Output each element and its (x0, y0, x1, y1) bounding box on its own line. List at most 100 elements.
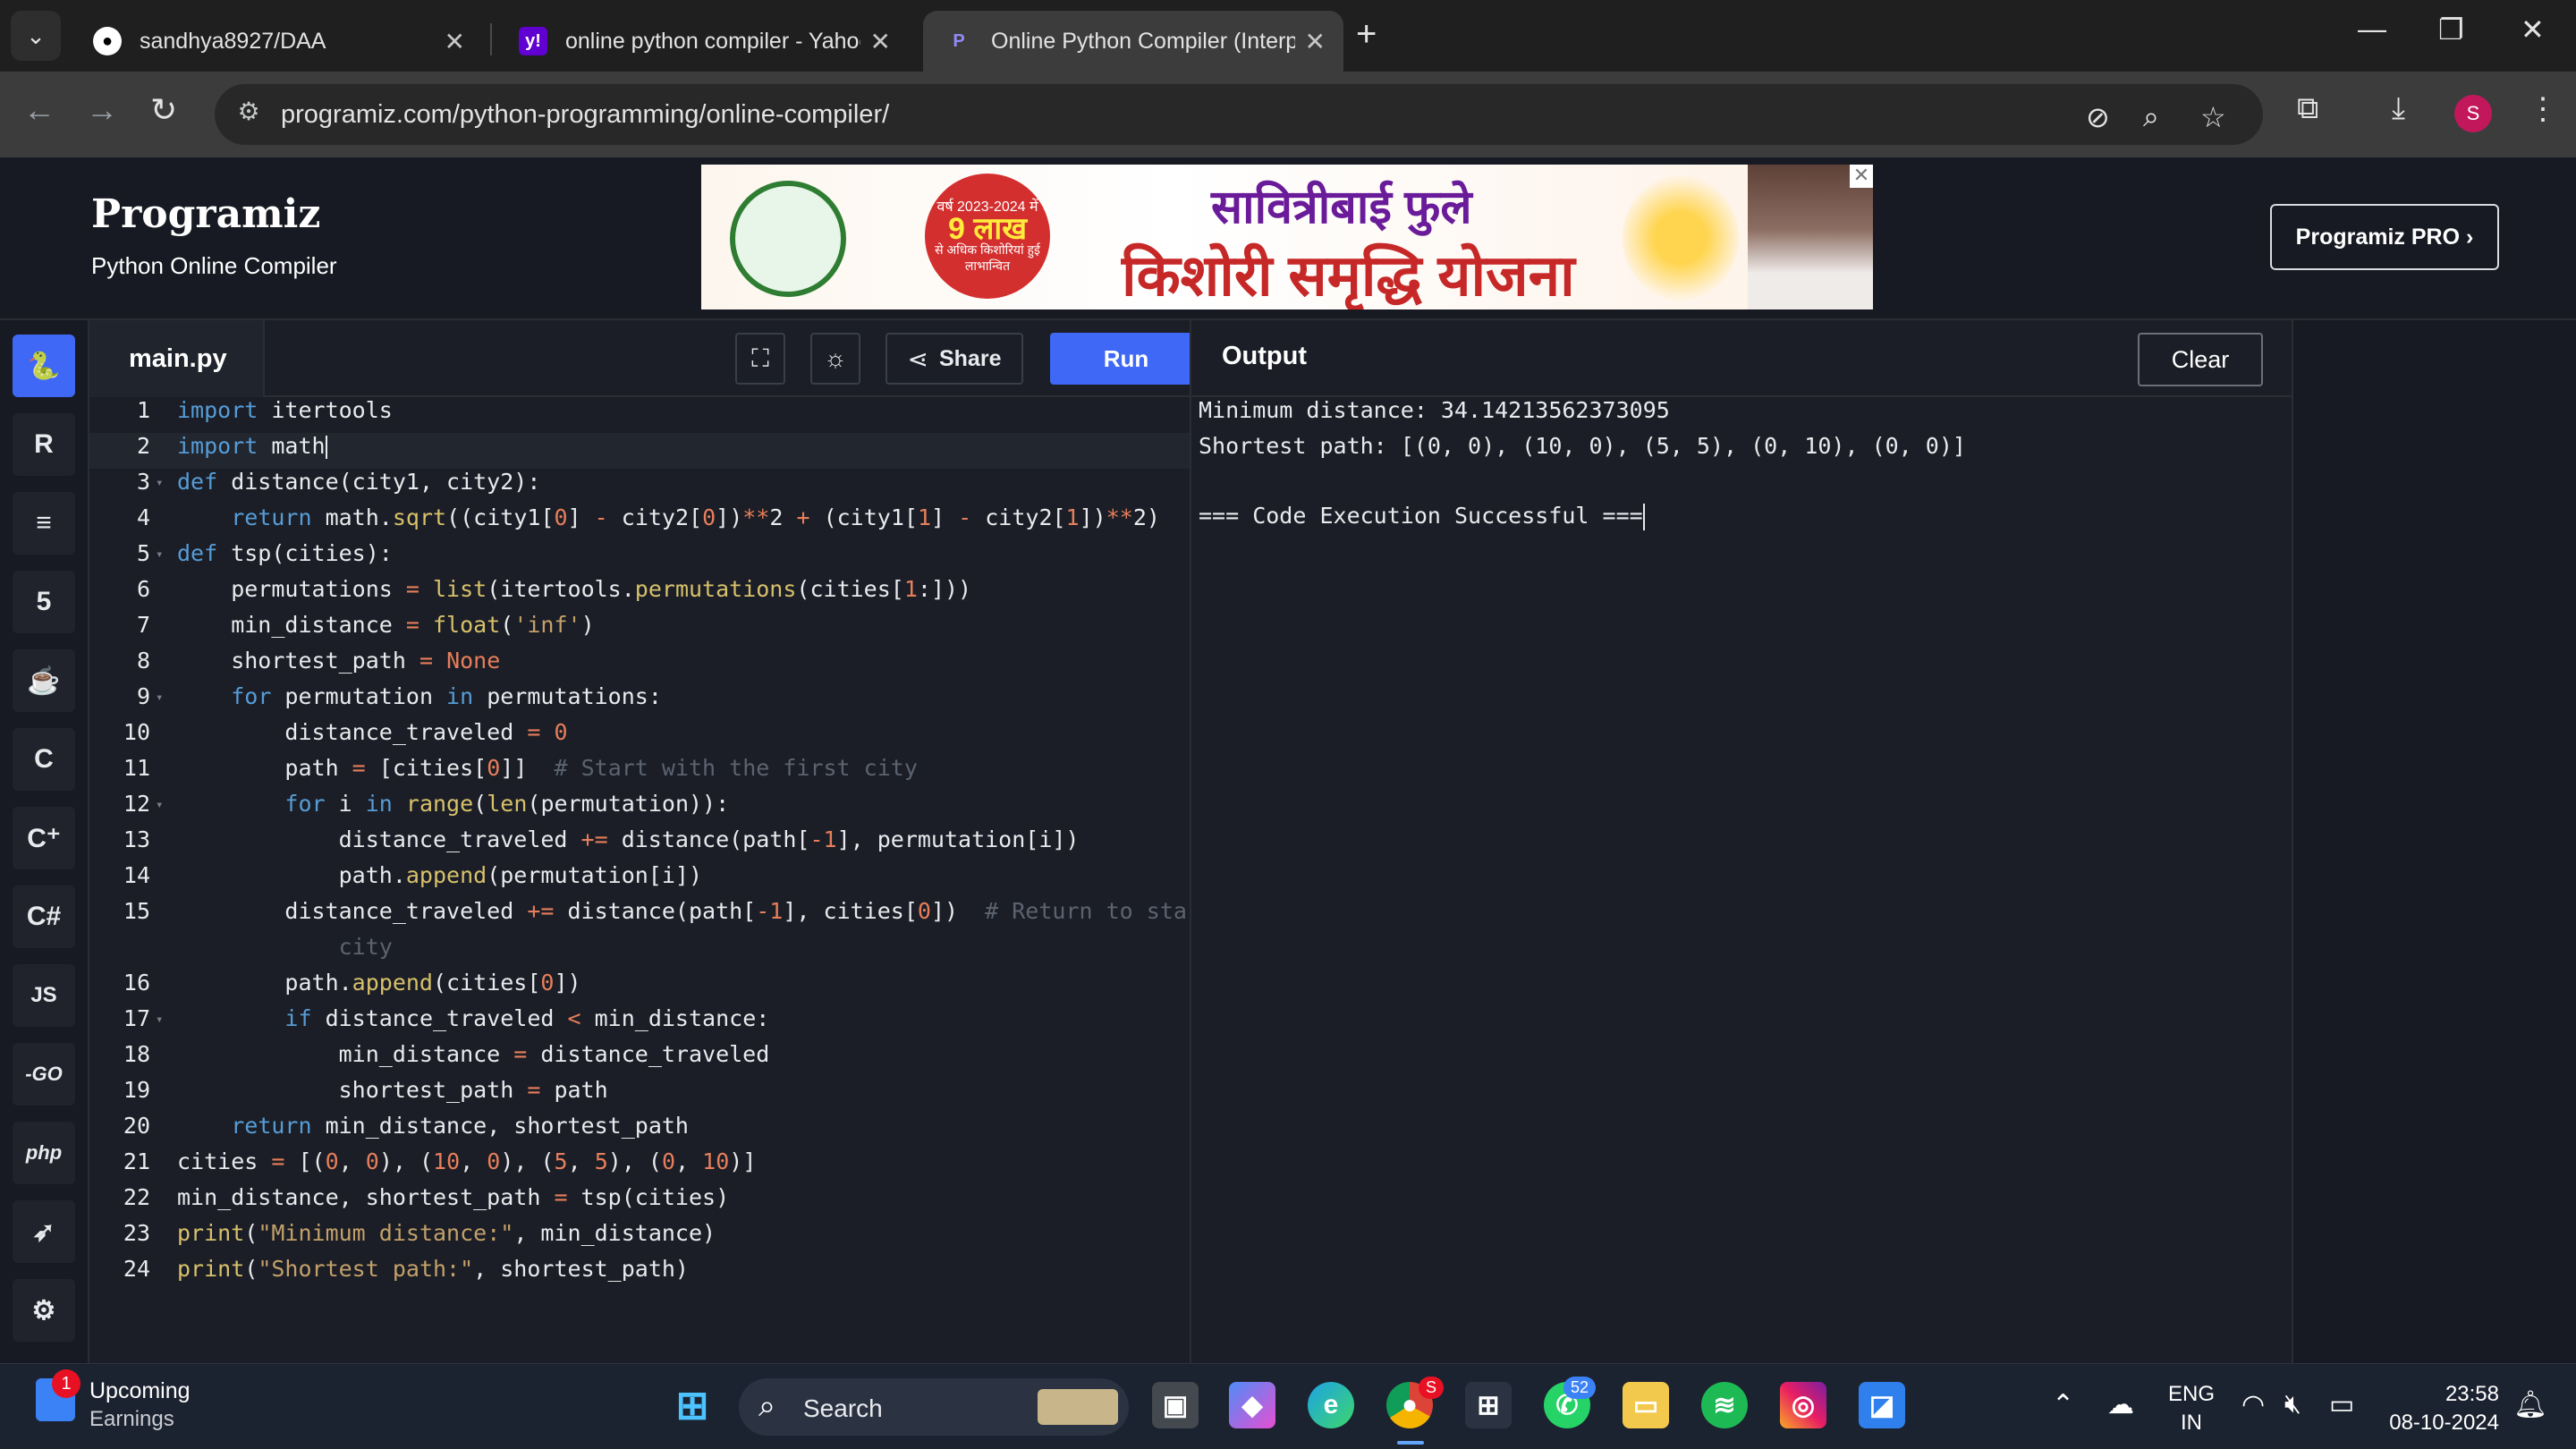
code-line[interactable]: 14 path.append(permutation[i]) (89, 862, 1190, 898)
code-line[interactable]: 15 distance_traveled += distance(path[-1… (89, 898, 1190, 934)
file-tab-main[interactable]: main.py (89, 320, 265, 397)
close-icon[interactable]: ✕ (445, 27, 465, 56)
go-icon[interactable]: -GO (13, 1043, 75, 1106)
url-text[interactable]: programiz.com/python-programming/online-… (281, 100, 889, 130)
code-line[interactable]: 13 distance_traveled += distance(path[-1… (89, 826, 1190, 862)
code-line[interactable]: 18 min_distance = distance_traveled (89, 1041, 1190, 1077)
sql-icon[interactable]: ≡ (13, 492, 75, 555)
cpp-icon[interactable]: C⁺ (13, 807, 75, 869)
code-line[interactable]: 3 ▾ def distance(city1, city2): (89, 469, 1190, 504)
task-view-icon[interactable]: ▣ (1152, 1382, 1199, 1428)
download-icon[interactable]: ⤓ (2392, 91, 2405, 126)
code-editor[interactable]: 1 import itertools 2 import math 3 ▾ def dis… (89, 397, 1190, 1363)
tab-programiz[interactable]: P Online Python Compiler (Interp ✕ (923, 11, 1343, 72)
new-tab-button[interactable]: + (1356, 14, 1377, 55)
code-line[interactable]: 20 return min_distance, shortest_path (89, 1113, 1190, 1148)
zoom-icon[interactable]: ⌕ (2143, 100, 2159, 134)
fullscreen-icon[interactable]: ⛶ (735, 333, 785, 385)
share-button[interactable]: ⋖ Share (886, 333, 1023, 385)
advertisement-banner[interactable]: वर्ष 2023-2024 में 9 लाख से अधिक किशोरिय… (701, 165, 1873, 309)
address-bar[interactable]: ⚙ programiz.com/python-programming/onlin… (215, 84, 2263, 145)
fold-icon[interactable]: ▾ (156, 476, 163, 490)
code-line[interactable]: 21 cities = [(0, 0), (10, 0), (5, 5), (0,… (89, 1148, 1190, 1184)
html5-icon[interactable]: 5 (13, 571, 75, 633)
csharp-icon[interactable]: C# (13, 886, 75, 948)
code-line[interactable]: 6 permutations = list(itertools.permutat… (89, 576, 1190, 612)
output-console[interactable]: Minimum distance: 34.14213562373095 Shor… (1190, 397, 2292, 1363)
start-icon[interactable]: ⊞ (669, 1382, 716, 1428)
fold-icon[interactable]: ▾ (156, 691, 163, 705)
copilot-icon[interactable]: ◆ (1229, 1382, 1275, 1428)
wifi-icon[interactable]: ◠ (2241, 1389, 2265, 1420)
code-line[interactable]: 10 distance_traveled = 0 (89, 719, 1190, 755)
ad-close-icon[interactable]: ✕ (1850, 165, 1873, 188)
code-line[interactable]: 11 path = [cities[0]] # Start with the f… (89, 755, 1190, 791)
show-hidden-icons-icon[interactable]: ⌃ (2052, 1389, 2074, 1420)
php-icon[interactable]: php (13, 1122, 75, 1184)
code-line[interactable]: 17 ▾ if distance_traveled < min_distance: (89, 1005, 1190, 1041)
swift-icon[interactable]: ➶ (13, 1200, 75, 1263)
tab-github[interactable]: ● sandhya8927/DAA ✕ (72, 11, 483, 72)
c-icon[interactable]: C (13, 728, 75, 791)
back-icon[interactable]: ← (23, 91, 55, 129)
code-line[interactable]: 12 ▾ for i in range(len(permutation)): (89, 791, 1190, 826)
microsoft-store-icon[interactable]: ⊞ (1465, 1382, 1512, 1428)
programiz-pro-button[interactable]: Programiz PRO › (2270, 204, 2499, 270)
code-line[interactable]: 1 import itertools (89, 397, 1190, 433)
code-line[interactable]: 23 print("Minimum distance:", min_distanc… (89, 1220, 1190, 1256)
widgets-subtitle[interactable]: Earnings (89, 1407, 174, 1432)
spotify-icon[interactable]: ≋ (1701, 1382, 1748, 1428)
instagram-icon[interactable]: ◎ (1780, 1382, 1826, 1428)
run-button[interactable]: Run (1050, 333, 1202, 385)
bookmark-star-icon[interactable]: ☆ (2200, 100, 2226, 134)
minimize-icon[interactable]: — (2358, 13, 2386, 46)
profile-avatar[interactable]: S (2454, 95, 2492, 132)
fold-icon[interactable]: ▾ (156, 1013, 163, 1027)
close-icon[interactable]: ✕ (1305, 27, 1326, 56)
cookies-blocked-icon[interactable]: ⊘ (2086, 100, 2110, 134)
battery-icon[interactable]: ▭ (2329, 1389, 2354, 1420)
theme-toggle-icon[interactable]: ☼ (810, 333, 860, 385)
search-highlight-icon (1038, 1389, 1118, 1425)
close-window-icon[interactable]: ✕ (2521, 13, 2545, 47)
fold-icon[interactable]: ▾ (156, 798, 163, 812)
r-icon[interactable]: R (13, 413, 75, 476)
clear-button[interactable]: Clear (2138, 333, 2263, 386)
programiz-logo[interactable]: Programiz (91, 191, 320, 237)
tab-yahoo[interactable]: y! online python compiler - Yahoo ✕ (497, 11, 909, 72)
language-indicator[interactable]: ENG IN (2168, 1380, 2215, 1437)
close-icon[interactable]: ✕ (870, 27, 891, 56)
photos-icon[interactable]: ◪ (1859, 1382, 1905, 1428)
tab-search-button[interactable]: ⌄ (11, 11, 61, 61)
code-line[interactable]: 7 min_distance = float('inf') (89, 612, 1190, 648)
forward-icon[interactable]: → (86, 91, 118, 129)
notifications-icon[interactable]: 🔔︎ (2513, 1389, 2547, 1420)
code-line[interactable]: 2 import math (89, 433, 1190, 469)
onedrive-icon[interactable]: ☁ (2107, 1389, 2134, 1420)
code-line-wrap[interactable]: city (89, 934, 1190, 970)
code-line[interactable]: 5 ▾ def tsp(cities): (89, 540, 1190, 576)
fold-icon[interactable]: ▾ (156, 547, 163, 562)
reload-icon[interactable]: ↻ (150, 91, 177, 129)
edge-icon[interactable]: e (1308, 1382, 1354, 1428)
code-line[interactable]: 24 print("Shortest path:", shortest_path) (89, 1256, 1190, 1292)
system-clock[interactable]: 23:58 08-10-2024 (2383, 1380, 2499, 1437)
java-icon[interactable]: ☕ (13, 649, 75, 712)
volume-muted-icon[interactable]: 🔇︎ (2284, 1389, 2301, 1419)
code-line[interactable]: 16 path.append(cities[0]) (89, 970, 1190, 1005)
menu-kebab-icon[interactable]: ⋮ (2528, 91, 2558, 127)
code-line[interactable]: 22 min_distance, shortest_path = tsp(citi… (89, 1184, 1190, 1220)
site-info-icon[interactable]: ⚙ (231, 97, 267, 132)
code-line[interactable]: 19 shortest_path = path (89, 1077, 1190, 1113)
code-line[interactable]: 9 ▾ for permutation in permutations: (89, 683, 1190, 719)
code-line[interactable]: 8 shortest_path = None (89, 648, 1190, 683)
code-line[interactable]: 4 return math.sqrt((city1[0] - city2[0])… (89, 504, 1190, 540)
javascript-icon[interactable]: JS (13, 964, 75, 1027)
python-icon[interactable]: 🐍 (13, 335, 75, 397)
restore-icon[interactable]: ❐ (2438, 13, 2464, 47)
file-explorer-icon[interactable]: ▭ (1623, 1382, 1669, 1428)
taskbar-search[interactable]: ⌕ Search (739, 1378, 1129, 1436)
widgets-title[interactable]: Upcoming (89, 1378, 191, 1404)
rust-icon[interactable]: ⚙ (13, 1279, 75, 1342)
extensions-icon[interactable]: ⧉ (2297, 91, 2318, 126)
